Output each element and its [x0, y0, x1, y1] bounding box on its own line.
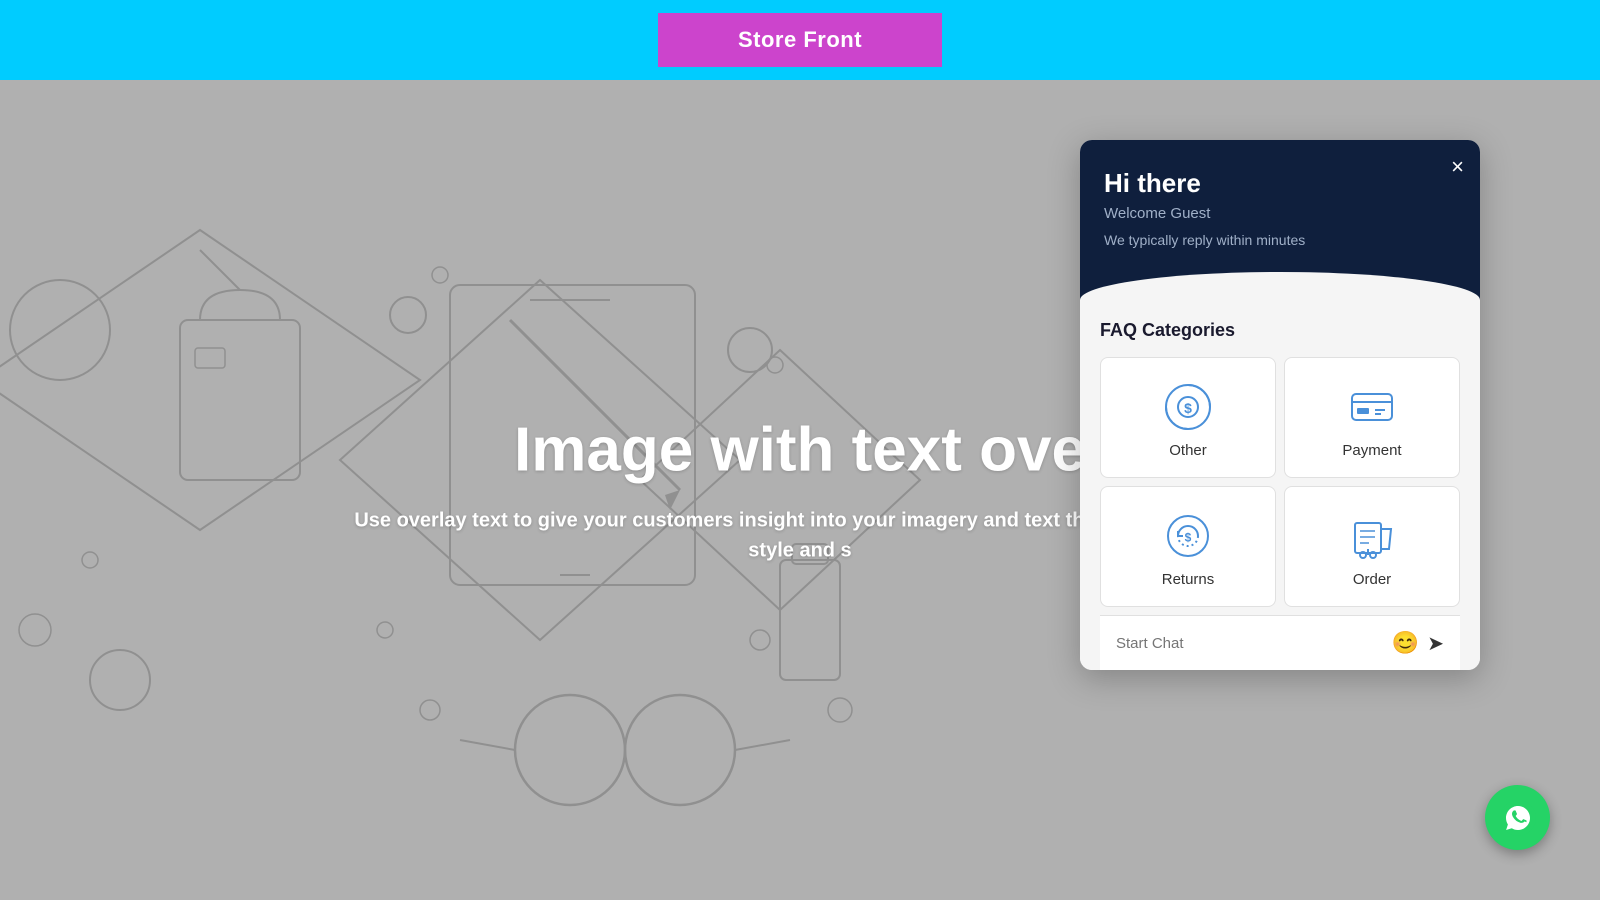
payment-icon: [1347, 382, 1397, 432]
main-area: Image with text ove Use overlay text to …: [0, 80, 1600, 900]
whatsapp-icon: [1498, 798, 1538, 838]
chat-body: FAQ Categories $ Other: [1080, 300, 1480, 670]
faq-order-label: Order: [1353, 571, 1391, 588]
chat-greeting: Hi there: [1104, 168, 1456, 199]
other-icon: $: [1163, 382, 1213, 432]
chat-header: Hi there Welcome Guest We typically repl…: [1080, 140, 1480, 272]
chat-widget: Hi there Welcome Guest We typically repl…: [1080, 140, 1480, 670]
svg-text:$: $: [1184, 400, 1192, 416]
wave-divider: [1080, 272, 1480, 300]
whatsapp-fab[interactable]: [1485, 785, 1550, 850]
faq-returns-label: Returns: [1162, 571, 1215, 588]
chat-input[interactable]: [1116, 635, 1392, 652]
svg-text:$: $: [1185, 531, 1192, 545]
faq-grid: $ Other Payment: [1100, 357, 1460, 607]
send-button[interactable]: ➤: [1427, 631, 1444, 656]
order-icon: [1347, 511, 1397, 561]
faq-title: FAQ Categories: [1100, 320, 1460, 341]
faq-card-other[interactable]: $ Other: [1100, 357, 1276, 478]
chat-reply-time: We typically reply within minutes: [1104, 232, 1456, 248]
faq-other-label: Other: [1169, 442, 1207, 459]
faq-payment-label: Payment: [1342, 442, 1401, 459]
chat-welcome: Welcome Guest: [1104, 205, 1456, 222]
store-front-button[interactable]: Store Front: [658, 13, 942, 67]
faq-card-order[interactable]: Order: [1284, 486, 1460, 607]
chat-close-button[interactable]: ×: [1451, 156, 1464, 178]
returns-icon: $: [1163, 511, 1213, 561]
chat-input-area: 😊 ➤: [1100, 615, 1460, 670]
top-bar: Store Front: [0, 0, 1600, 80]
faq-card-returns[interactable]: $ Returns: [1100, 486, 1276, 607]
faq-card-payment[interactable]: Payment: [1284, 357, 1460, 478]
emoji-button[interactable]: 😊: [1392, 630, 1419, 656]
